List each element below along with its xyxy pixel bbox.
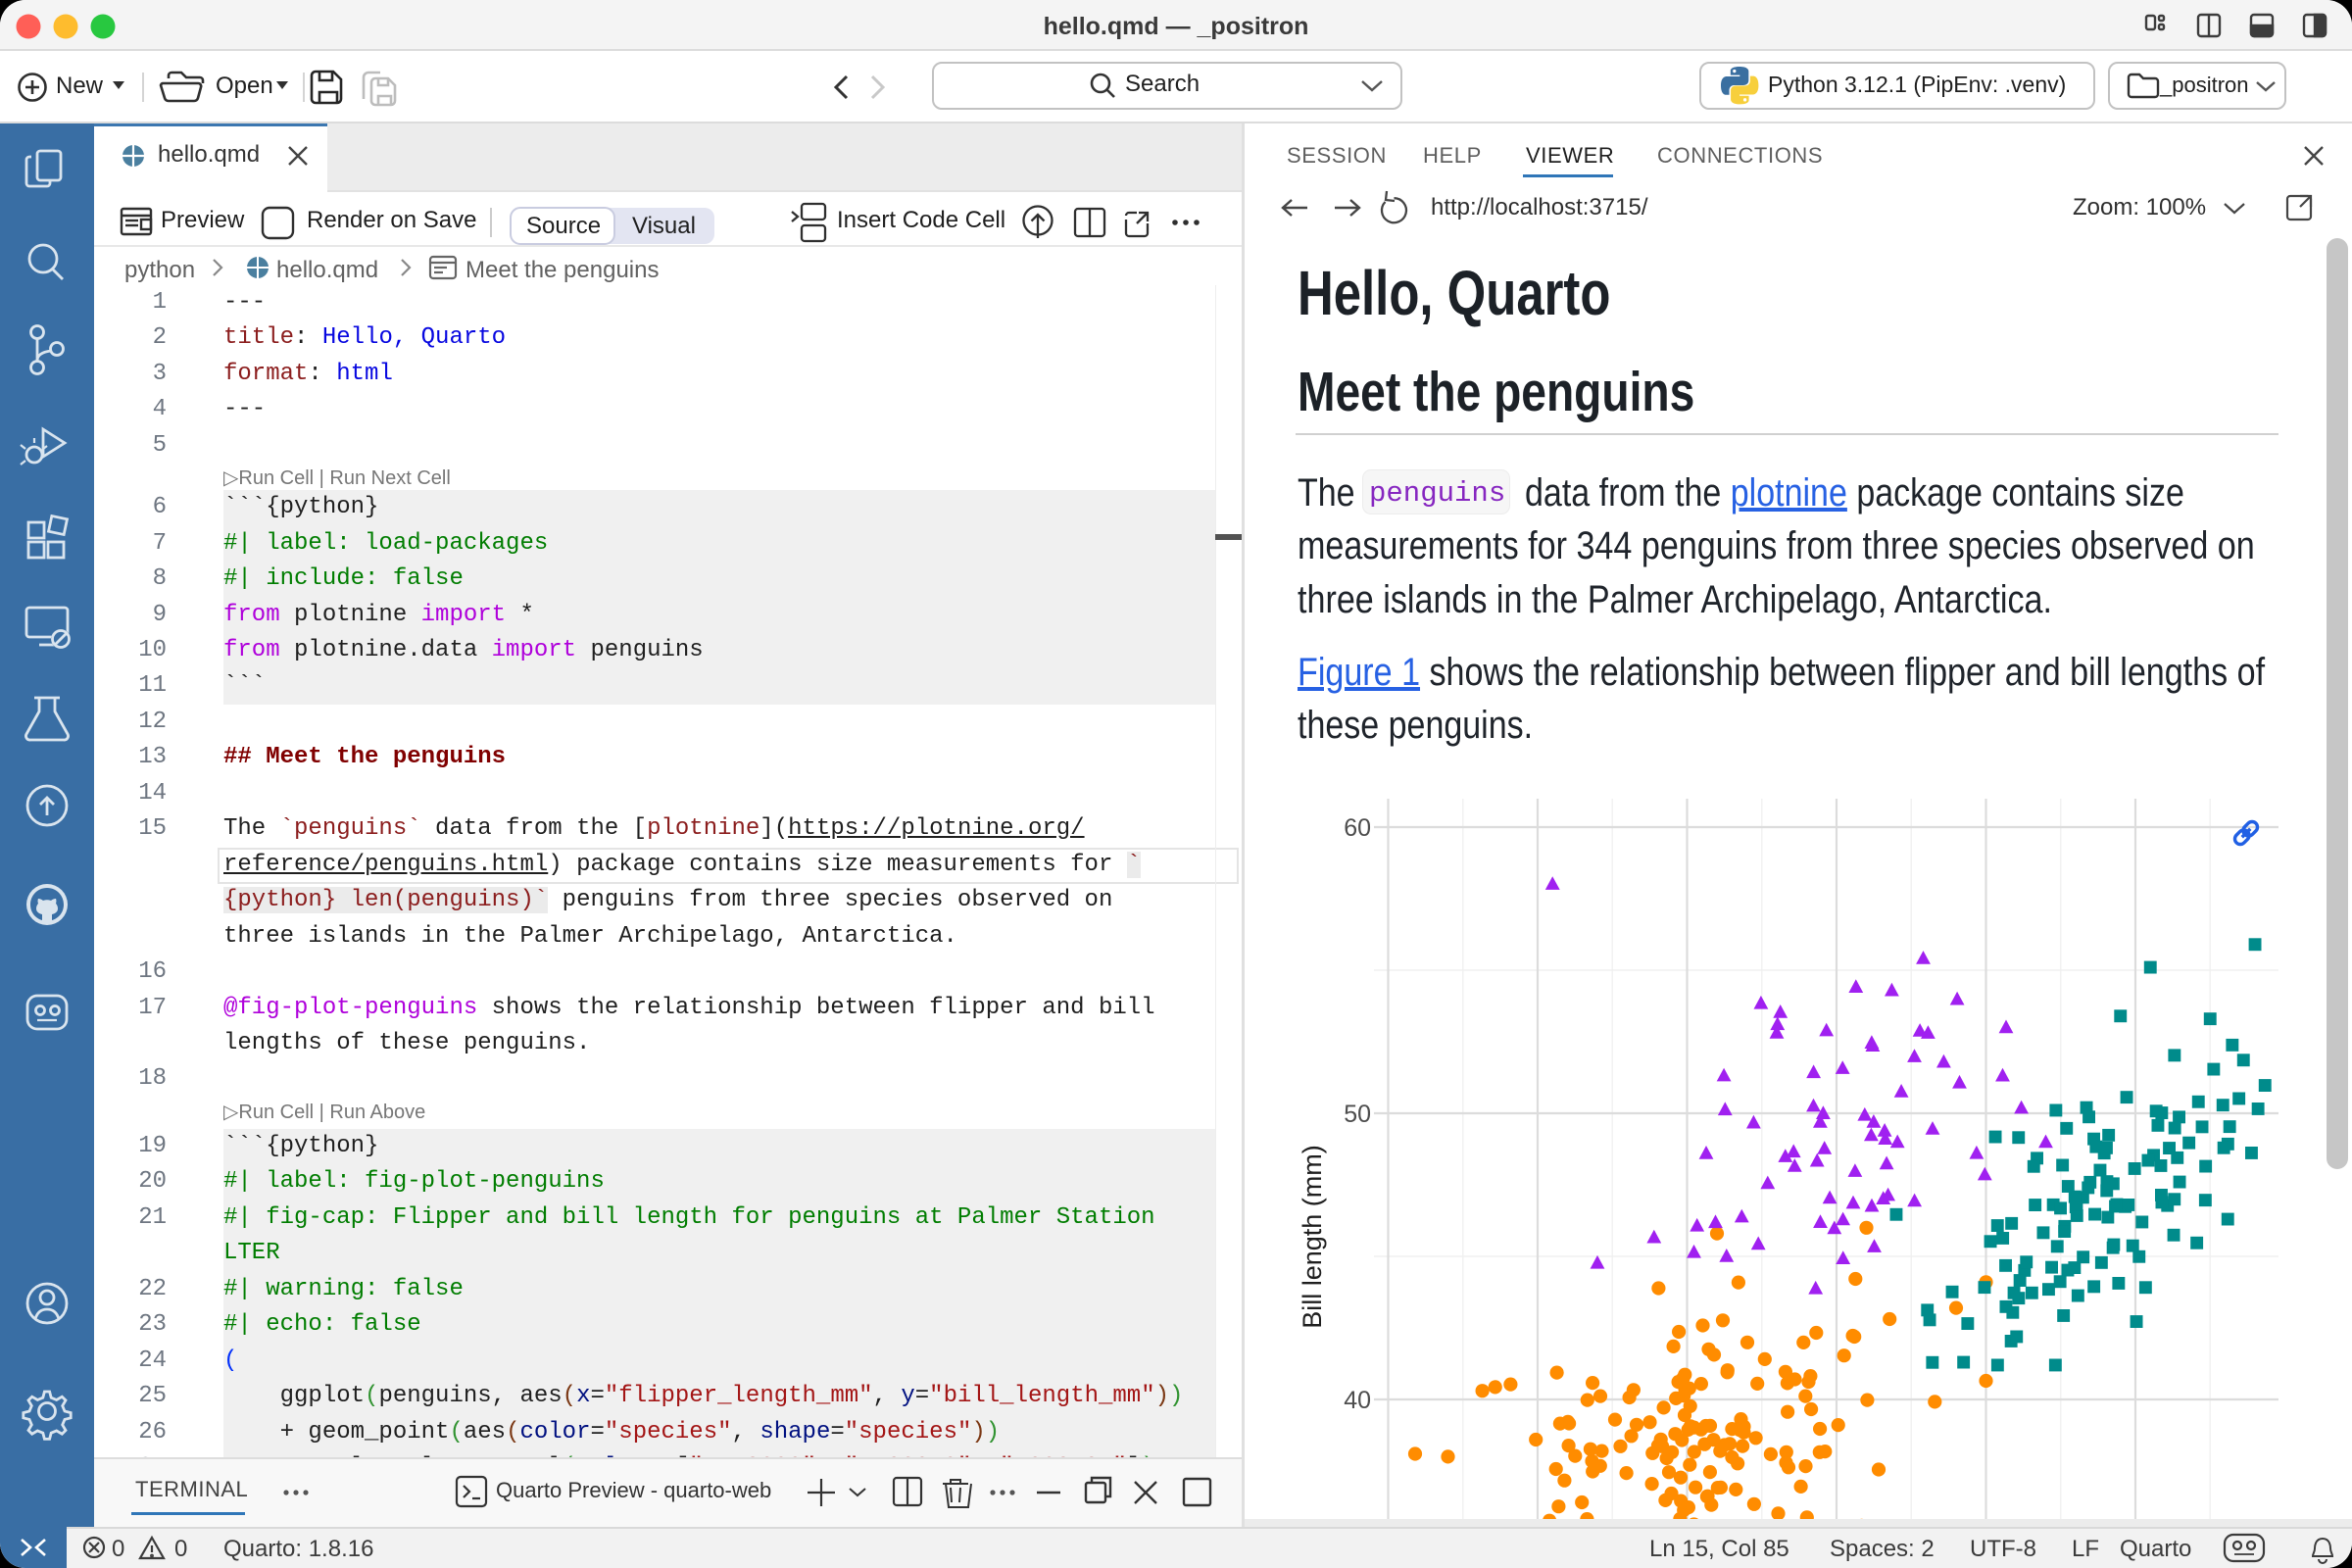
svg-text:Bill length (mm): Bill length (mm) bbox=[1298, 1145, 1327, 1329]
svg-text:40: 40 bbox=[1344, 1387, 1371, 1414]
svg-text:60: 60 bbox=[1344, 814, 1371, 842]
svg-text:50: 50 bbox=[1344, 1101, 1371, 1128]
